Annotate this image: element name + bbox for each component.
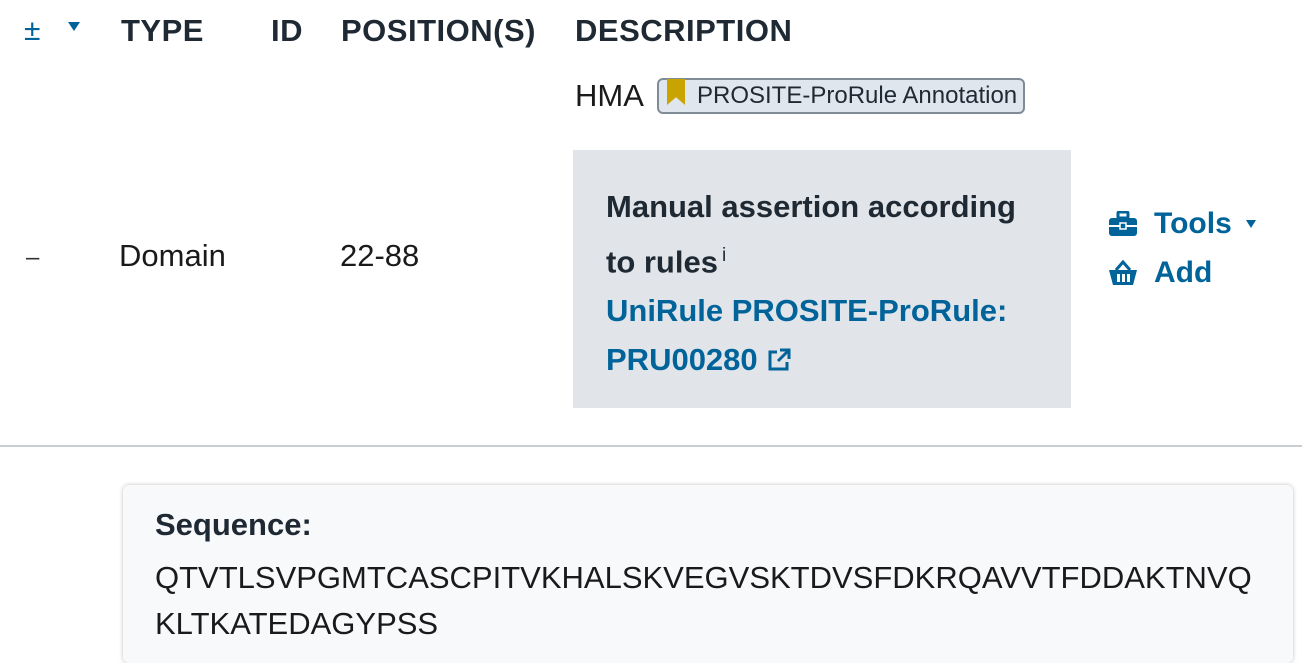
toolbox-icon: [1109, 211, 1137, 236]
sequence-title: Sequence:: [155, 507, 312, 542]
chevron-down-icon: [1245, 220, 1256, 228]
column-header-id: ID: [271, 13, 303, 48]
external-link-icon: [768, 348, 791, 371]
add-to-basket-button[interactable]: Add: [1108, 256, 1212, 290]
column-header-positions: POSITION(S): [341, 13, 536, 48]
add-label: Add: [1154, 256, 1213, 289]
feature-position: 22-88: [340, 238, 420, 273]
column-header-description: DESCRIPTION: [575, 13, 793, 48]
evidence-badge[interactable]: PROSITE-ProRule Annotation: [657, 78, 1025, 114]
evidence-source-label: UniRule PROSITE-ProRule: PRU00280: [606, 293, 1008, 378]
row-divider: [0, 445, 1302, 447]
info-icon[interactable]: i: [722, 245, 726, 266]
expand-all-toggle[interactable]: ±: [24, 12, 40, 50]
tools-dropdown-button[interactable]: Tools: [1108, 207, 1256, 241]
evidence-text: Manual assertion according to rules i Uni…: [606, 182, 1046, 384]
bookmark-icon: [667, 79, 685, 105]
evidence-assertion: Manual assertion according to rules: [606, 189, 1016, 280]
evidence-popover: Manual assertion according to rules i Uni…: [573, 150, 1071, 408]
chevron-down-icon[interactable]: [68, 22, 80, 31]
feature-type: Domain: [119, 238, 226, 273]
basket-icon: [1109, 260, 1137, 285]
sequence-card: Sequence: QTVTLSVPGMTCASCPITVKHALSKVEGVS…: [123, 485, 1293, 663]
sequence-value: QTVTLSVPGMTCASCPITVKHALSKVEGVSKTDVSFDKRQ…: [155, 560, 1252, 641]
feature-description-name: HMA: [575, 78, 644, 113]
collapse-row-toggle[interactable]: –: [26, 244, 39, 272]
column-header-type: TYPE: [121, 13, 204, 48]
evidence-source-link[interactable]: UniRule PROSITE-ProRule: PRU00280: [606, 293, 1007, 377]
tools-label: Tools: [1154, 207, 1232, 240]
badge-label: PROSITE-ProRule Annotation: [697, 82, 1018, 109]
